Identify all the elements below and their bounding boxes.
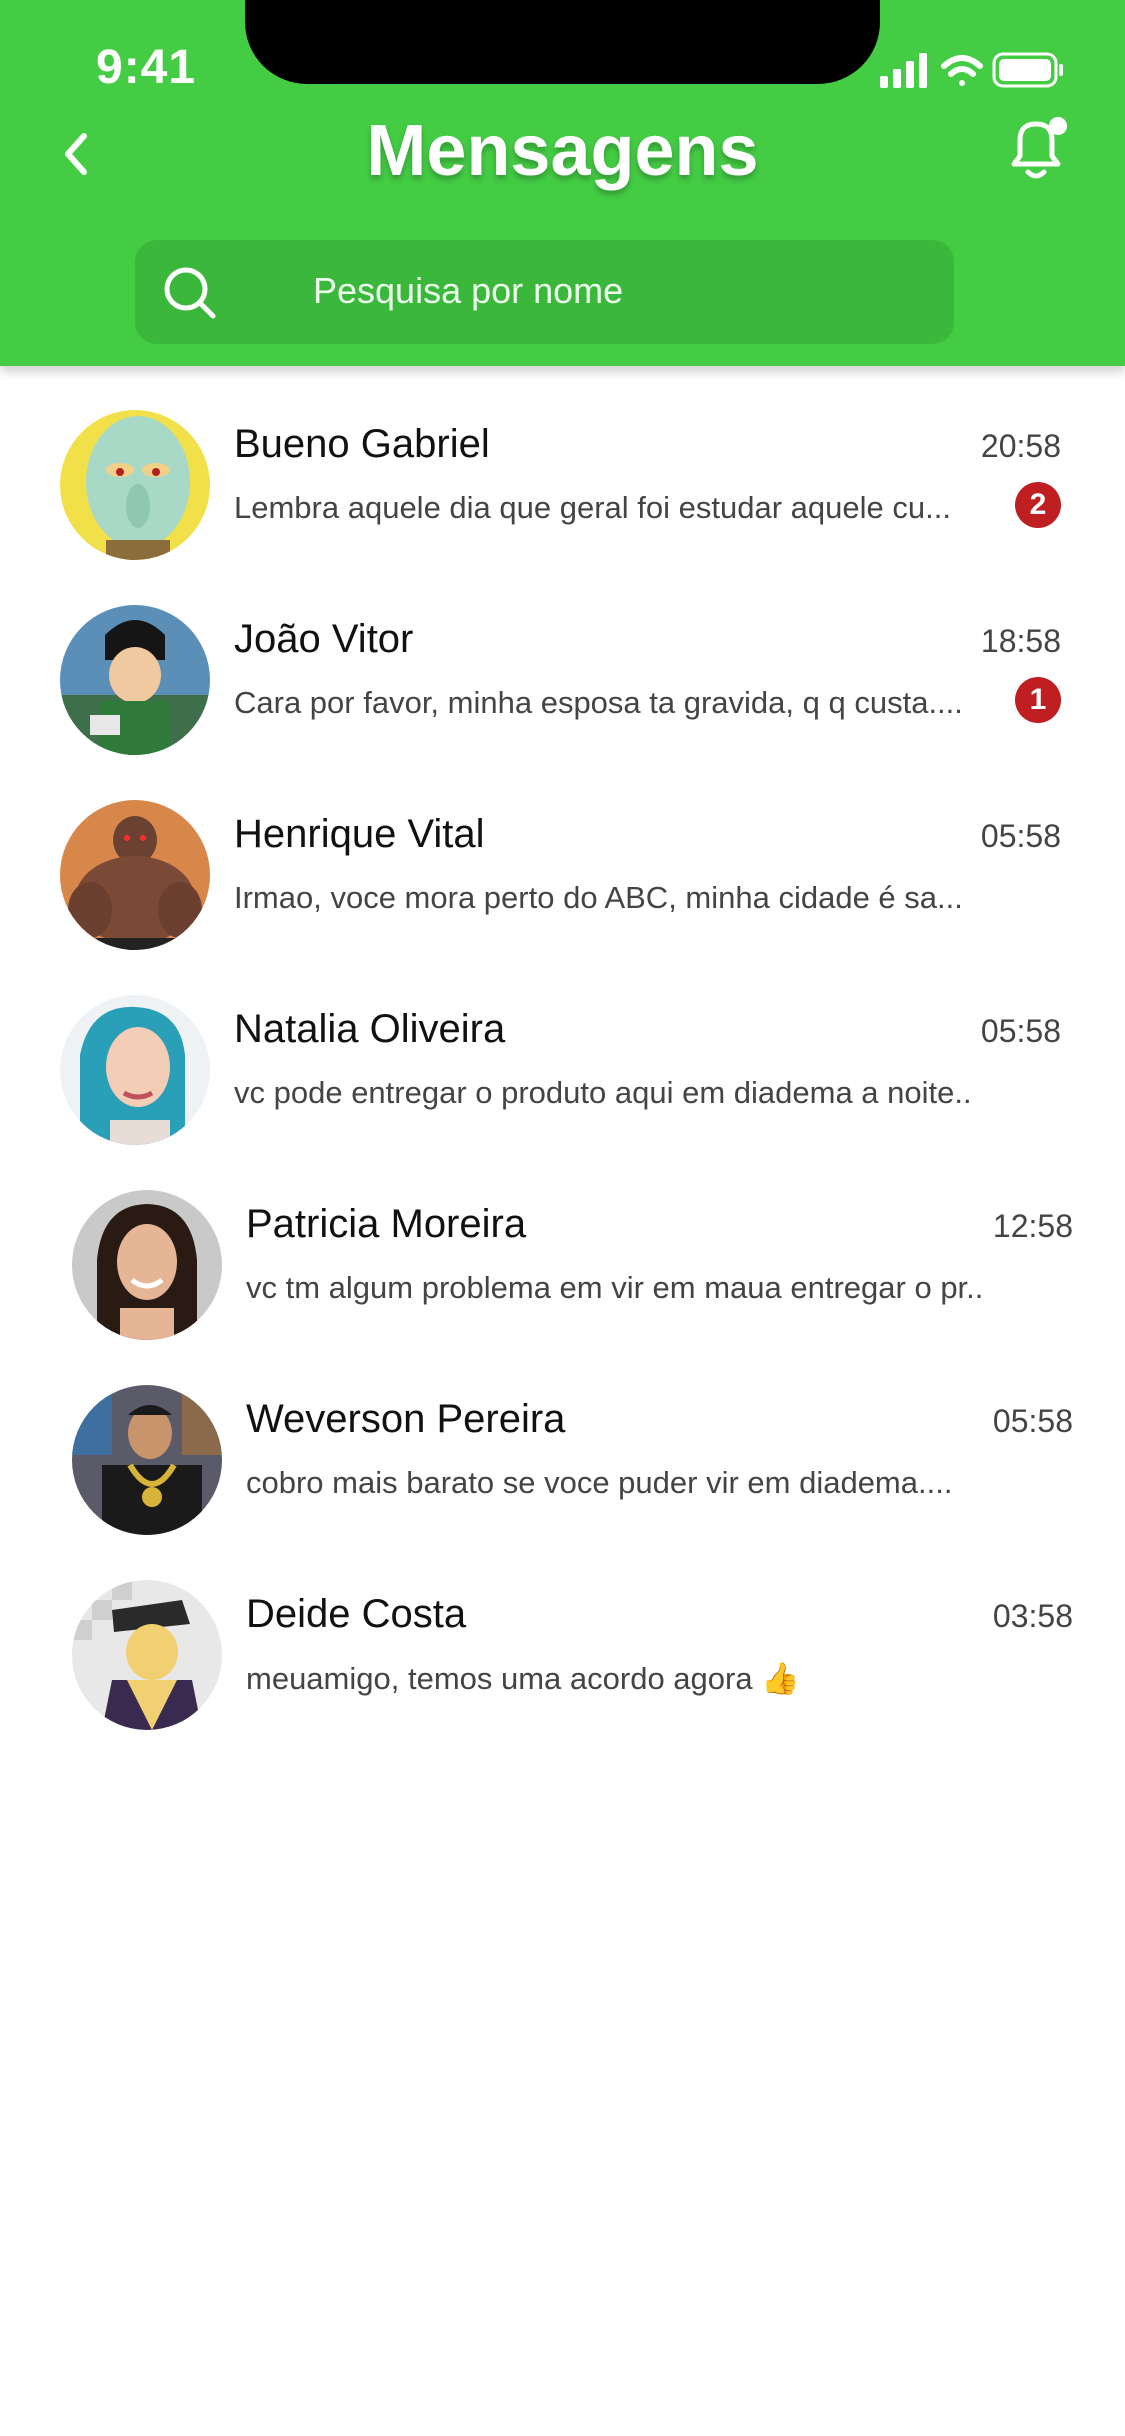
unread-badge: 2 xyxy=(1015,482,1061,528)
conversation-item[interactable]: Henrique Vital 05:58 Irmao, voce mora pe… xyxy=(0,790,1125,960)
woman-smiling-avatar xyxy=(72,1190,222,1340)
device-notch xyxy=(245,0,880,84)
status-icons xyxy=(880,52,1063,88)
message-time: 03:58 xyxy=(992,1598,1073,1634)
status-time: 9:41 xyxy=(96,41,197,94)
battery-icon xyxy=(992,52,1063,88)
conversation-item[interactable]: Deide Costa 03:58 meuamigo, temos uma ac… xyxy=(0,1570,1125,1740)
search-icon xyxy=(164,267,216,319)
man-gold-chain-avatar xyxy=(72,1385,222,1535)
conversation-item[interactable]: Natalia Oliveira 05:58 vc pode entregar … xyxy=(0,985,1125,1155)
squidward-avatar xyxy=(60,410,210,560)
message-preview: Lembra aquele dia que geral foi estudar … xyxy=(234,490,951,525)
notification-dot xyxy=(1049,117,1067,135)
wifi-icon xyxy=(941,55,983,86)
message-time: 05:58 xyxy=(992,1403,1073,1439)
message-preview: Irmao, voce mora perto do ABC, minha cid… xyxy=(234,880,963,915)
message-preview: vc pode entregar o produto aqui em diade… xyxy=(234,1075,974,1110)
message-preview: vc tm algum problema em vir em maua entr… xyxy=(246,1270,986,1305)
anime-ninja-avatar xyxy=(60,605,210,755)
message-preview: Cara por favor, minha esposa ta gravida,… xyxy=(234,685,963,720)
unread-badge: 1 xyxy=(1015,677,1061,723)
contact-name: Deide Costa xyxy=(246,1592,467,1636)
contact-name: Patricia Moreira xyxy=(246,1202,527,1246)
contact-name: Henrique Vital xyxy=(234,812,485,856)
search-placeholder: Pesquisa por nome xyxy=(313,270,624,311)
conversation-item[interactable]: João Vitor 18:58 Cara por favor, minha e… xyxy=(0,595,1125,765)
contact-name: Weverson Pereira xyxy=(246,1397,566,1441)
search-bar[interactable]: Pesquisa por nome xyxy=(135,240,954,344)
page-title: Mensagens xyxy=(366,111,759,191)
app-header: 9:41 Mensagens Pesquisa por nome xyxy=(0,0,1125,366)
conversation-item[interactable]: Patricia Moreira 12:58 vc tm algum probl… xyxy=(0,1180,1125,1350)
woman-blue-hair-avatar xyxy=(60,995,210,1145)
message-preview: cobro mais barato se voce puder vir em d… xyxy=(246,1465,953,1500)
contact-name: João Vitor xyxy=(234,617,414,661)
conversation-item[interactable]: Bueno Gabriel 20:58 Lembra aquele dia qu… xyxy=(0,400,1125,570)
message-time: 05:58 xyxy=(980,818,1061,854)
message-time: 12:58 xyxy=(992,1208,1073,1244)
conversation-item[interactable]: Weverson Pereira 05:58 cobro mais barato… xyxy=(0,1375,1125,1545)
message-time: 18:58 xyxy=(980,623,1061,659)
jojo-character-avatar xyxy=(72,1580,222,1730)
contact-name: Natalia Oliveira xyxy=(234,1007,506,1051)
notifications-button[interactable] xyxy=(1000,112,1072,184)
message-time: 20:58 xyxy=(980,428,1061,464)
message-preview: meuamigo, temos uma acordo agora 👍 xyxy=(246,1661,800,1696)
contact-name: Bueno Gabriel xyxy=(234,422,490,466)
message-time: 05:58 xyxy=(980,1013,1061,1049)
muscle-character-avatar xyxy=(60,800,210,950)
signal-icon xyxy=(880,53,927,88)
